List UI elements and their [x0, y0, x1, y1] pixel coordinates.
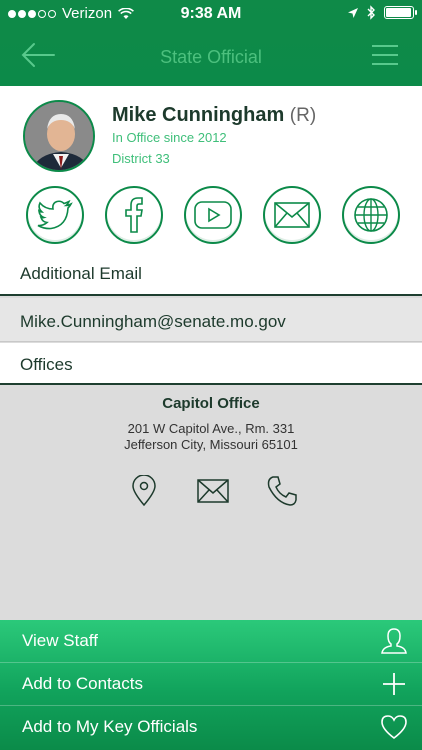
profile-card: Mike Cunningham (R) In Office since 2012…	[0, 86, 422, 296]
mail-icon	[274, 202, 310, 228]
office-address-line1: 201 W Capitol Ave., Rm. 331	[127, 421, 295, 436]
globe-icon	[354, 198, 388, 232]
youtube-button[interactable]	[184, 186, 242, 244]
navigation-bar: State Official	[0, 28, 422, 86]
top-bar: Verizon 9:38 AM State Official	[0, 0, 422, 86]
heart-icon	[381, 715, 407, 740]
office-card: Capitol Office 201 W Capitol Ave., Rm. 3…	[0, 387, 422, 620]
view-staff-button[interactable]: View Staff	[0, 620, 422, 663]
view-staff-label: View Staff	[22, 631, 98, 650]
facebook-icon	[125, 197, 143, 233]
page-title: State Official	[160, 47, 262, 67]
email-address[interactable]: Mike.Cunningham@senate.mo.gov	[20, 312, 286, 332]
district-label: District 33	[112, 151, 170, 166]
status-right	[347, 5, 417, 20]
bluetooth-icon	[367, 5, 375, 20]
official-name-text: Mike Cunningham	[112, 104, 285, 126]
facebook-button[interactable]	[105, 186, 163, 244]
website-button[interactable]	[342, 186, 400, 244]
map-pin-icon[interactable]	[128, 475, 160, 507]
twitter-icon	[37, 200, 73, 230]
social-links	[26, 186, 400, 244]
offices-header: Offices	[0, 343, 422, 385]
offices-label: Offices	[20, 355, 73, 374]
plus-icon	[383, 673, 405, 695]
add-to-key-officials-button[interactable]: Add to My Key Officials	[0, 706, 422, 749]
add-to-contacts-button[interactable]: Add to Contacts	[0, 663, 422, 706]
office-mail-icon[interactable]	[197, 475, 229, 507]
hamburger-menu-icon[interactable]	[372, 44, 398, 66]
office-title: Capitol Office	[162, 395, 260, 412]
person-icon	[381, 628, 407, 654]
status-bar: Verizon 9:38 AM	[0, 0, 422, 28]
office-since: In Office since 2012	[112, 130, 227, 145]
office-address-line2: Jefferson City, Missouri 65101	[124, 437, 298, 452]
add-to-key-officials-label: Add to My Key Officials	[22, 717, 198, 736]
party-label: (R)	[289, 105, 317, 126]
battery-icon	[384, 6, 417, 19]
office-actions	[128, 475, 298, 507]
add-to-contacts-label: Add to Contacts	[22, 674, 143, 693]
location-arrow-icon	[348, 7, 358, 18]
official-name: Mike Cunningham (R)	[112, 104, 316, 127]
phone-icon[interactable]	[266, 475, 298, 507]
email-button[interactable]	[263, 186, 321, 244]
additional-email-label: Additional Email	[20, 264, 142, 283]
bottom-actions: View Staff Add to Contacts Add to My Key…	[0, 620, 422, 750]
avatar	[23, 100, 95, 172]
twitter-button[interactable]	[26, 186, 84, 244]
youtube-icon	[194, 201, 232, 229]
email-row[interactable]: Mike.Cunningham@senate.mo.gov	[0, 298, 422, 342]
